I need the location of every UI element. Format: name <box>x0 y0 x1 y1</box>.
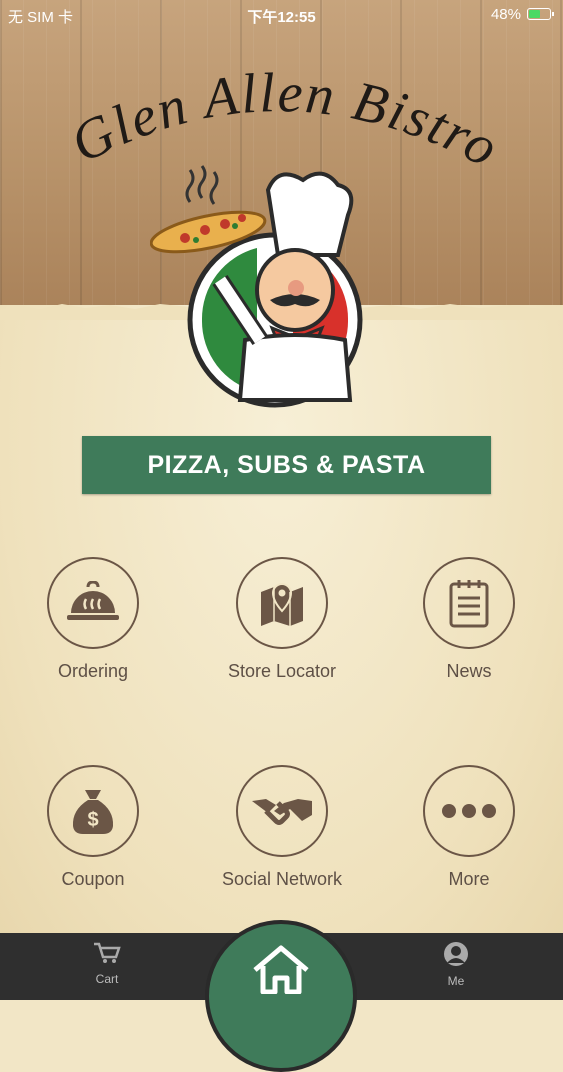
menu-item-store-locator[interactable]: Store Locator <box>192 557 372 682</box>
cloche-icon <box>67 581 119 620</box>
tab-me[interactable]: Me <box>416 941 496 988</box>
news-label: News <box>446 661 492 681</box>
cart-icon <box>94 942 121 963</box>
tab-cart[interactable]: Cart <box>67 941 147 986</box>
handshake-icon <box>252 799 312 825</box>
menu-item-news[interactable]: News <box>379 557 559 682</box>
store-locator-label: Store Locator <box>227 661 337 681</box>
menu-item-coupon[interactable]: $ Coupon <box>3 765 183 890</box>
home-button[interactable] <box>205 920 357 1072</box>
money-bag-icon: $ <box>72 790 114 834</box>
store-locator-button[interactable] <box>236 557 328 649</box>
svg-text:$: $ <box>87 809 98 831</box>
menu-item-social-network[interactable]: Social Network <box>192 765 372 890</box>
coupon-button[interactable]: $ <box>47 765 139 857</box>
me-label: Me <box>447 974 465 988</box>
more-label: More <box>448 869 490 889</box>
notepad-icon <box>449 580 489 628</box>
chef-mascot-illustration <box>150 165 363 408</box>
ordering-button[interactable] <box>47 557 139 649</box>
ordering-label: Ordering <box>57 661 129 681</box>
social-network-label: Social Network <box>221 869 343 889</box>
menu-item-more[interactable]: More <box>379 765 559 890</box>
profile-icon <box>444 942 468 966</box>
coupon-label: Coupon <box>61 869 125 889</box>
more-dots-icon <box>442 804 496 818</box>
map-pin-icon <box>261 582 303 626</box>
menu-item-ordering[interactable]: Ordering <box>3 557 183 682</box>
home-icon <box>253 945 309 994</box>
cuisine-banner: PIZZA, SUBS & PASTA <box>82 436 491 494</box>
more-button[interactable] <box>423 765 515 857</box>
news-button[interactable] <box>423 557 515 649</box>
cart-label: Cart <box>95 972 119 986</box>
social-network-button[interactable] <box>236 765 328 857</box>
